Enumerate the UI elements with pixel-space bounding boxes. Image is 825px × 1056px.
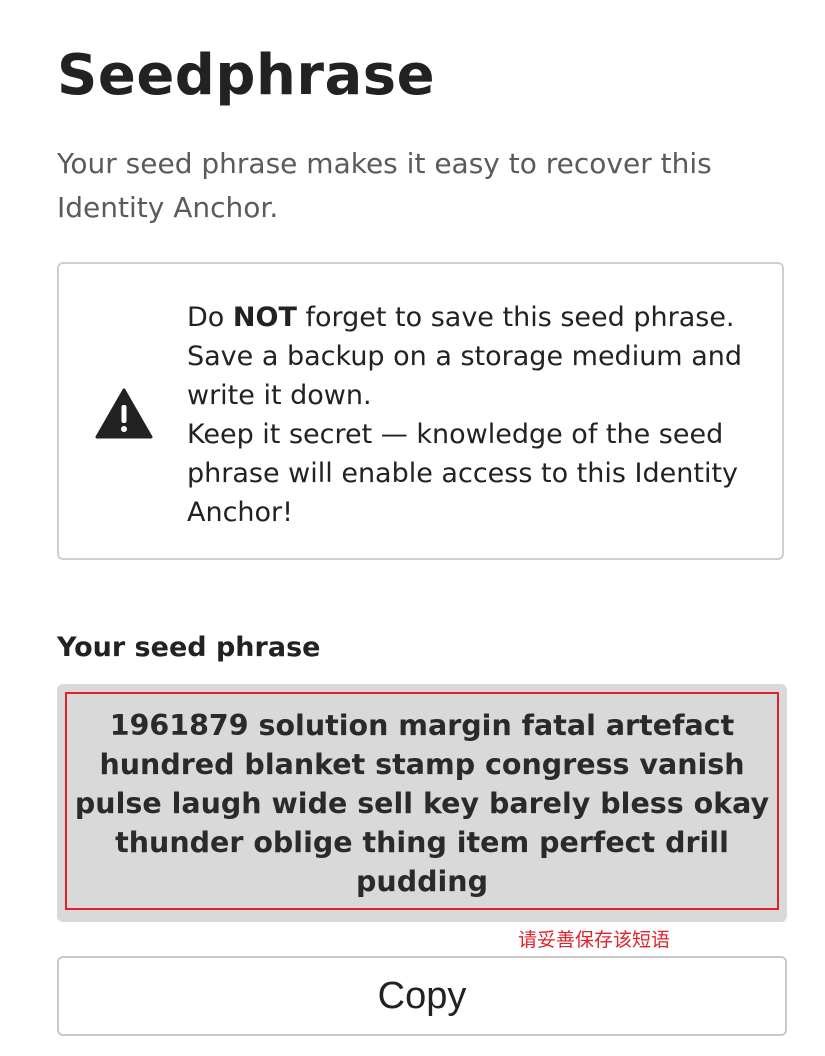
- seed-phrase-label: Your seed phrase: [57, 632, 321, 663]
- page-subtitle: Your seed phrase makes it easy to recove…: [57, 147, 712, 224]
- page-title: Seedphrase: [57, 43, 436, 108]
- seed-phrase-field[interactable]: 1961879 solution margin fatal artefact h…: [57, 684, 787, 922]
- warning-text-emphasis: NOT: [232, 302, 297, 333]
- annotation-note: 请妥善保存该短语: [518, 929, 671, 951]
- copy-button[interactable]: Copy: [57, 956, 787, 1036]
- seed-phrase-text: 1961879 solution margin fatal artefact h…: [74, 709, 770, 898]
- warning-text-prefix: Do: [187, 302, 233, 333]
- warning-text: Do NOT forget to save this seed phrase. …: [187, 298, 777, 532]
- warning-box: Do NOT forget to save this seed phrase. …: [57, 262, 784, 560]
- warning-triangle-icon: [95, 388, 153, 440]
- warning-text-line2: Keep it secret — knowledge of the seed p…: [187, 419, 739, 528]
